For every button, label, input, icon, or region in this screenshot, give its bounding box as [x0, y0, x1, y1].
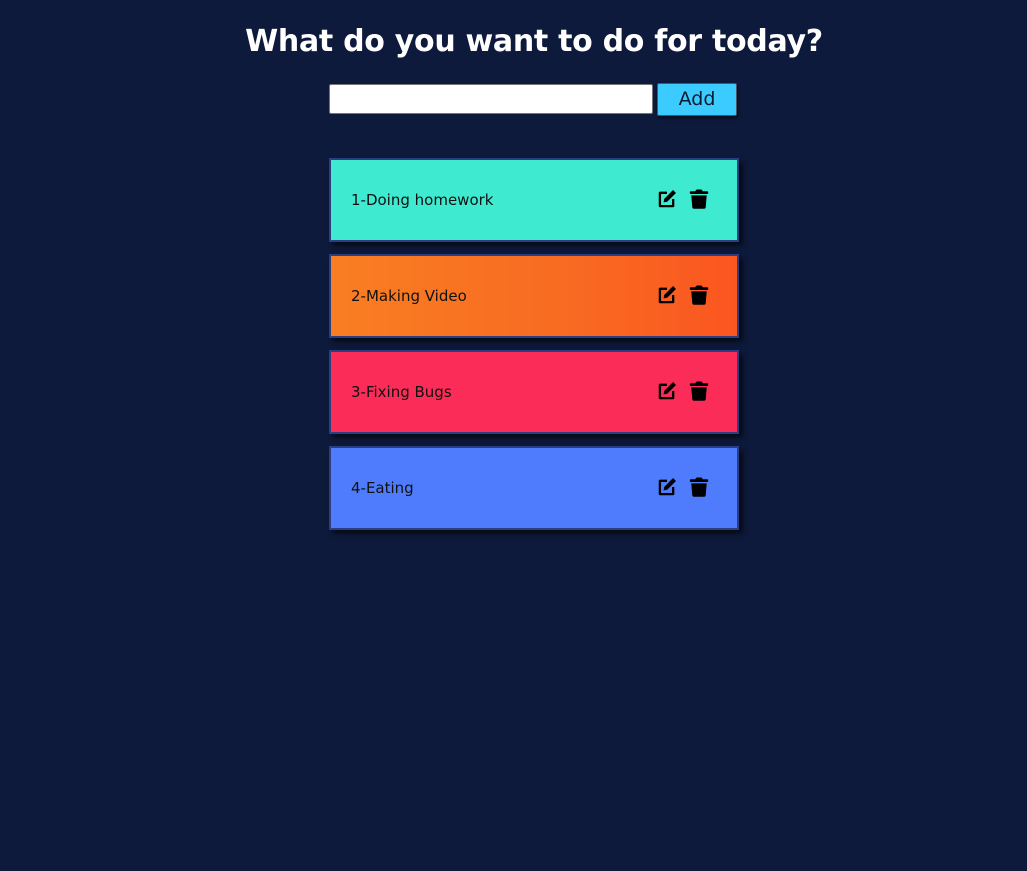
todo-text: 4-Eating	[351, 479, 414, 497]
trash-icon[interactable]	[688, 380, 710, 402]
page-title: What do you want to do for today?	[245, 24, 823, 59]
todo-input[interactable]	[329, 84, 653, 114]
todo-app: What do you want to do for today? Add 1-…	[0, 0, 1027, 871]
trash-icon[interactable]	[688, 188, 710, 210]
add-button[interactable]: Add	[657, 83, 737, 116]
edit-icon[interactable]	[656, 380, 678, 402]
trash-icon[interactable]	[688, 284, 710, 306]
edit-icon[interactable]	[656, 476, 678, 498]
todo-text: 3-Fixing Bugs	[351, 383, 452, 401]
todo-text: 1-Doing homework	[351, 191, 494, 209]
todo-item: 3-Fixing Bugs	[329, 350, 739, 434]
todo-text: 2-Making Video	[351, 287, 467, 305]
edit-icon[interactable]	[656, 188, 678, 210]
trash-icon[interactable]	[688, 476, 710, 498]
todo-form: Add	[329, 83, 739, 117]
edit-icon[interactable]	[656, 284, 678, 306]
todo-item: 2-Making Video	[329, 254, 739, 338]
todo-item: 1-Doing homework	[329, 158, 739, 242]
todo-list: 1-Doing homework 2-Making Video 3-Fixing…	[329, 158, 739, 542]
todo-item: 4-Eating	[329, 446, 739, 530]
